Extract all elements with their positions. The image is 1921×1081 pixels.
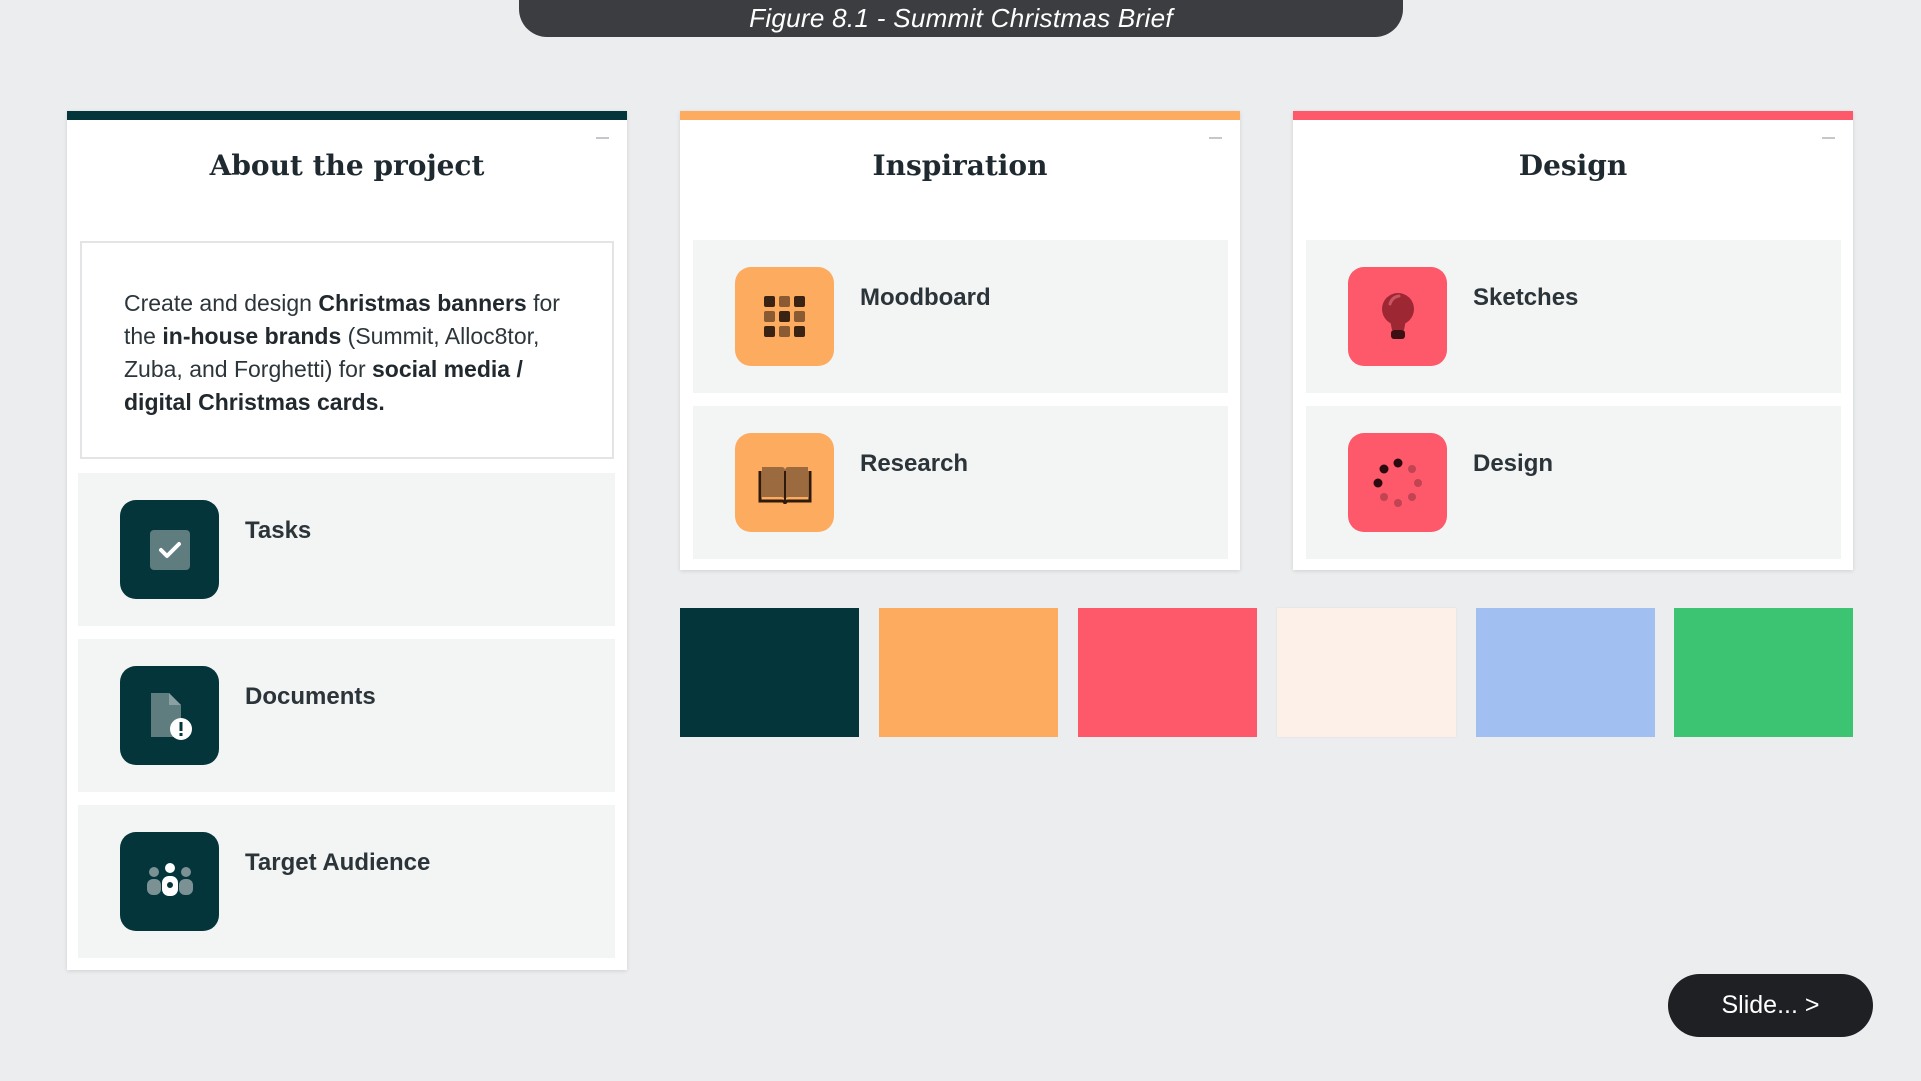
card-research-label: Research [860, 450, 969, 477]
card-target-audience[interactable]: Target Audience [78, 805, 615, 958]
color-swatch-2[interactable] [879, 608, 1058, 737]
people-icon [120, 832, 219, 931]
inspiration-panel: Inspiration Moodboard Research [680, 111, 1240, 570]
about-panel-title: About the project [209, 149, 485, 182]
card-design[interactable]: Design [1306, 406, 1841, 559]
design-panel-topbar [1293, 111, 1853, 120]
design-panel: Design Sketches Design [1293, 111, 1853, 570]
grid-icon [735, 267, 834, 366]
loading-dots-icon [1348, 433, 1447, 532]
card-design-label: Design [1473, 450, 1554, 477]
design-panel-title: Design [1518, 149, 1628, 182]
about-description: Create and design Christmas banners for … [80, 241, 614, 459]
inspiration-collapse-button[interactable] [1209, 137, 1222, 139]
card-sketches-label: Sketches [1473, 284, 1579, 311]
figure-caption: Figure 8.1 - Summit Christmas Brief [519, 0, 1403, 37]
color-swatch-1[interactable] [680, 608, 859, 737]
card-documents[interactable]: Documents [78, 639, 615, 792]
lightbulb-icon [1348, 267, 1447, 366]
about-panel-topbar [67, 111, 627, 120]
document-alert-icon [120, 666, 219, 765]
color-swatch-3[interactable] [1078, 608, 1257, 737]
card-moodboard[interactable]: Moodboard [693, 240, 1228, 393]
card-research[interactable]: Research [693, 406, 1228, 559]
card-target-audience-label: Target Audience [245, 849, 431, 876]
color-swatch-6[interactable] [1674, 608, 1853, 737]
slide-button[interactable]: Slide... > [1668, 974, 1873, 1037]
checkbox-icon [120, 500, 219, 599]
card-sketches[interactable]: Sketches [1306, 240, 1841, 393]
inspiration-panel-title: Inspiration [872, 149, 1048, 182]
inspiration-panel-topbar [680, 111, 1240, 120]
about-collapse-button[interactable] [596, 137, 609, 139]
book-icon [735, 433, 834, 532]
about-project-panel: About the project Create and design Chri… [67, 111, 627, 970]
board-canvas: Figure 8.1 - Summit Christmas Brief Abou… [0, 0, 1921, 1081]
color-swatch-4[interactable] [1277, 608, 1456, 737]
design-collapse-button[interactable] [1822, 137, 1835, 139]
card-moodboard-label: Moodboard [860, 284, 991, 311]
card-tasks-label: Tasks [245, 517, 312, 544]
color-swatch-5[interactable] [1476, 608, 1655, 737]
card-documents-label: Documents [245, 683, 376, 710]
card-tasks[interactable]: Tasks [78, 473, 615, 626]
